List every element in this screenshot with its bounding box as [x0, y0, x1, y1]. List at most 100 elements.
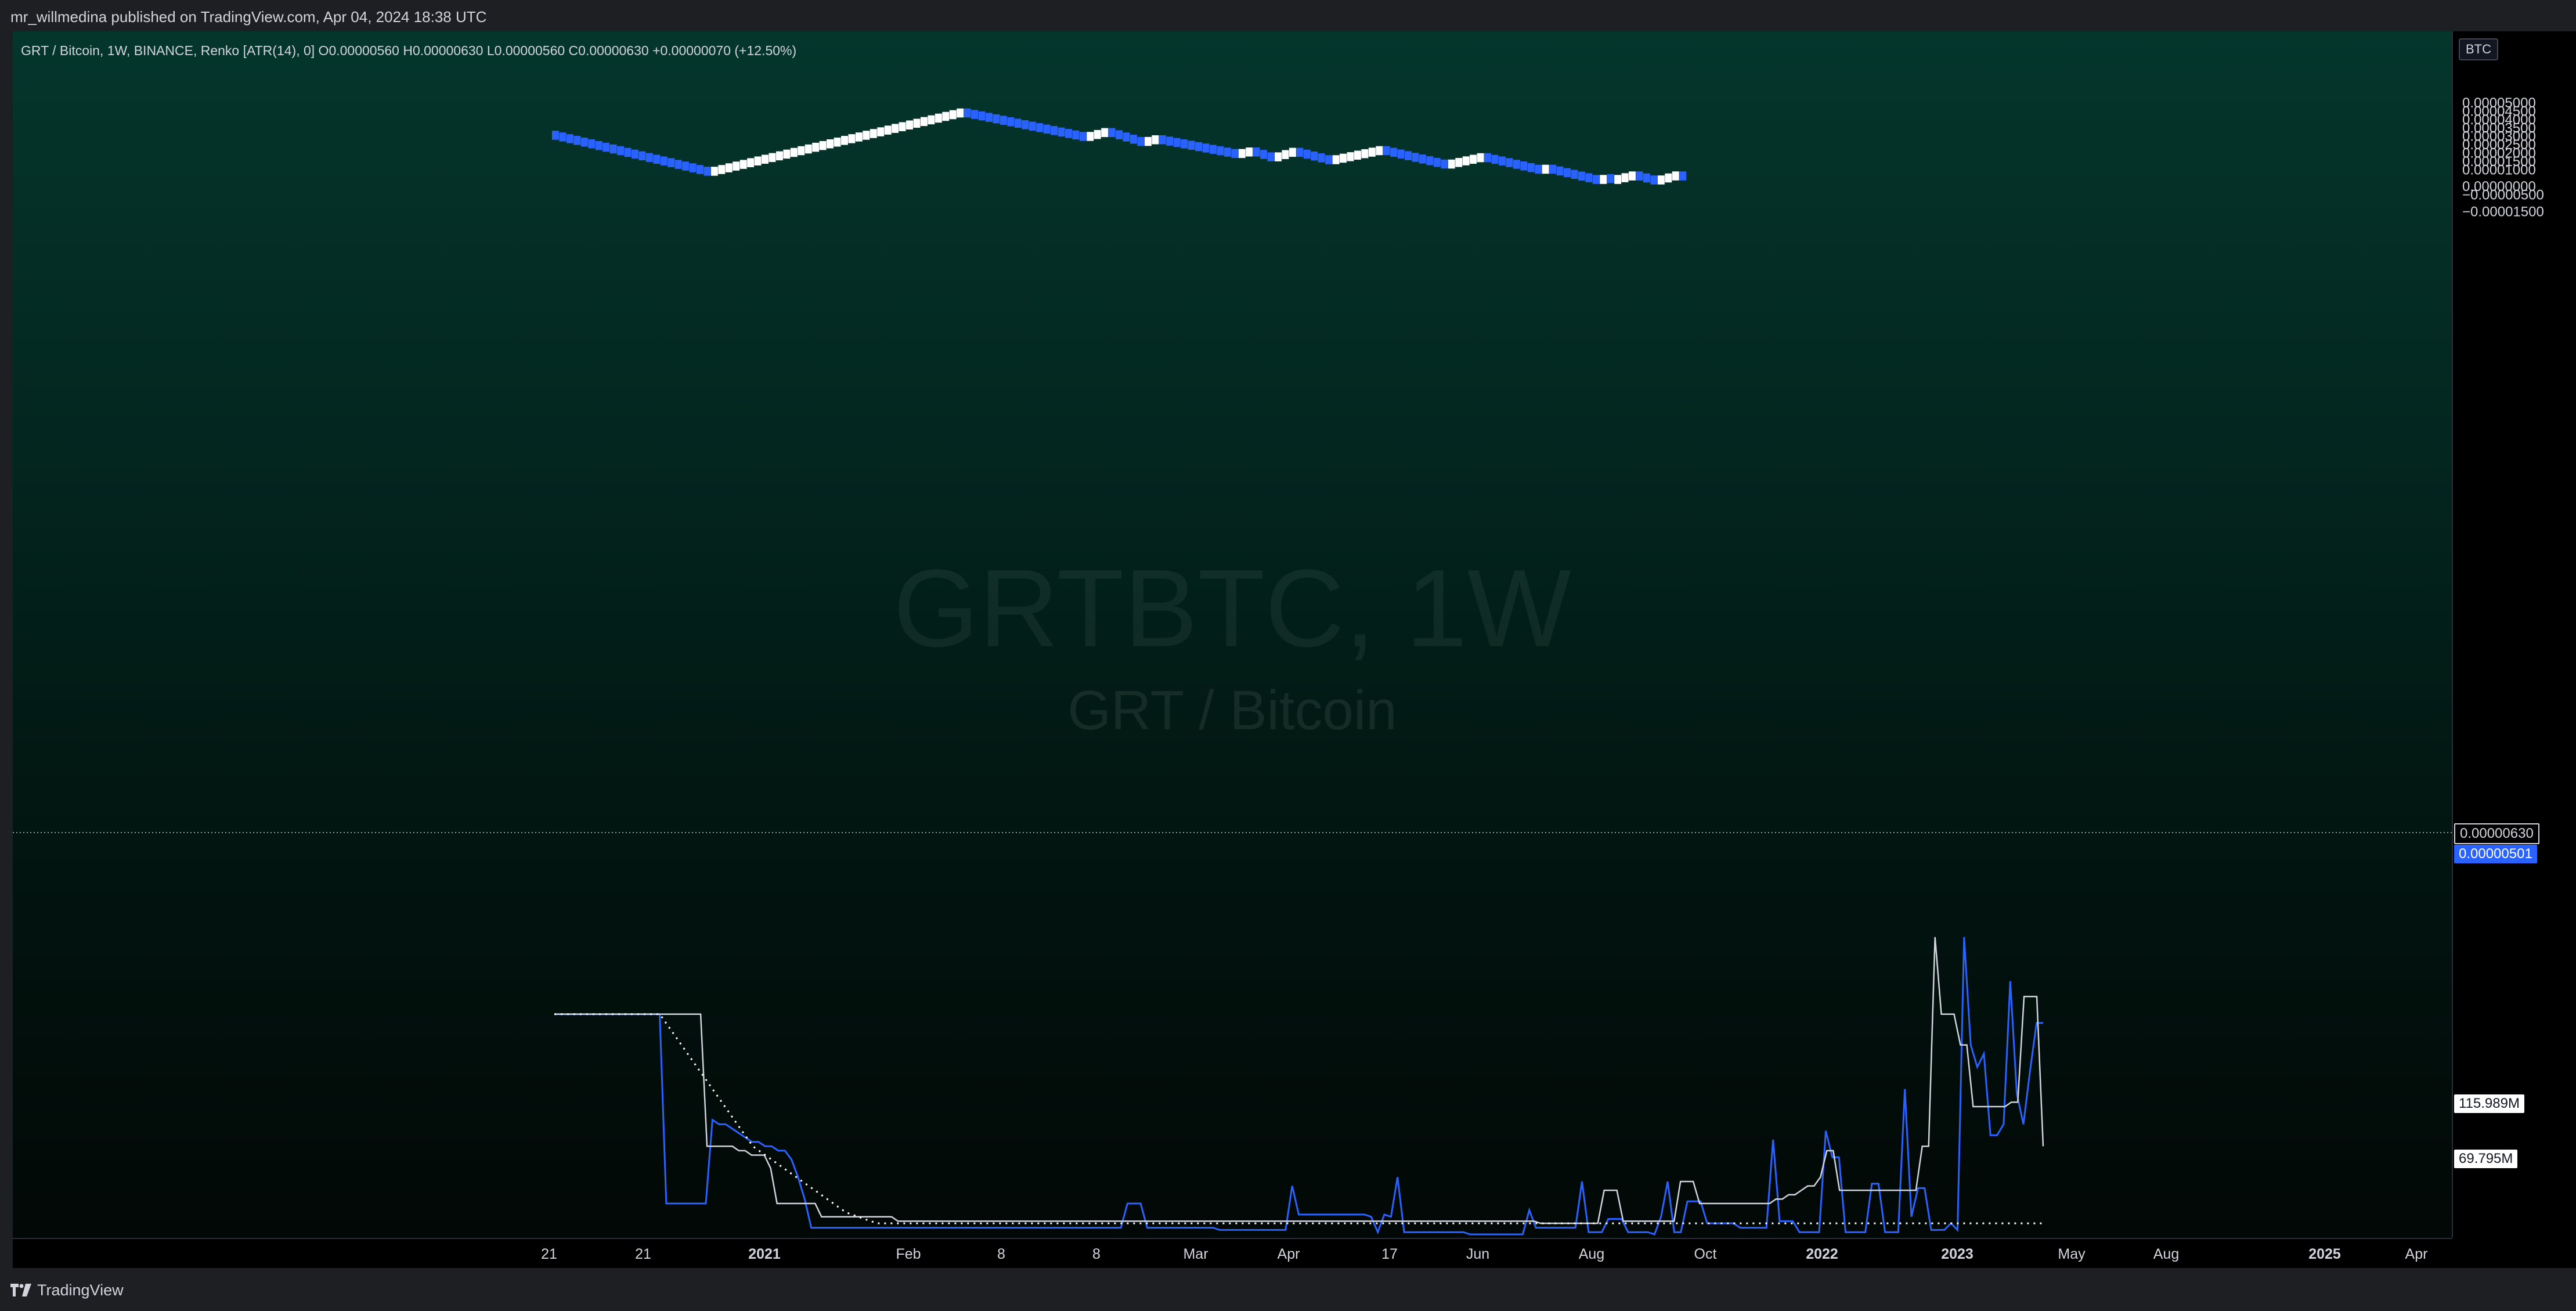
renko-brick-down: [1173, 138, 1181, 147]
renko-brick-up: [1347, 152, 1354, 161]
renko-brick-down: [1108, 128, 1116, 138]
renko-brick-up: [877, 127, 885, 136]
renko-brick-up: [863, 131, 870, 140]
time-tick-label: Feb: [896, 1246, 921, 1262]
renko-brick-down: [1520, 161, 1528, 171]
renko-brick-down: [1318, 153, 1325, 163]
last-price-badge: 0.00000630: [2454, 823, 2539, 844]
tradingview-logo-text: TradingView: [37, 1281, 124, 1299]
renko-brick-up: [733, 161, 740, 171]
renko-brick-down: [1029, 121, 1036, 131]
renko-brick-down: [1513, 160, 1520, 169]
renko-brick-up: [1361, 149, 1369, 159]
renko-brick-down: [1498, 156, 1506, 166]
renko-chart[interactable]: [13, 31, 2452, 1238]
renko-brick-up: [841, 136, 848, 145]
volume-series-dotted: [554, 1013, 2043, 1224]
time-tick-label: Mar: [1183, 1246, 1208, 1262]
renko-brick-down: [1224, 147, 1231, 157]
publisher-text: mr_willmedina published on TradingView.c…: [10, 8, 487, 26]
renko-brick-down: [1535, 164, 1542, 174]
renko-brick-down: [588, 139, 596, 149]
renko-brick-down: [566, 134, 573, 143]
currency-badge[interactable]: BTC: [2459, 38, 2498, 60]
renko-brick-down: [1412, 153, 1419, 162]
time-tick-label: 2021: [748, 1246, 781, 1262]
renko-brick-down: [1383, 146, 1390, 156]
renko-brick-up: [884, 125, 892, 135]
renko-brick-up: [1462, 156, 1470, 165]
renko-brick-down: [1209, 145, 1217, 154]
renko-brick-up: [1246, 147, 1253, 157]
renko-brick-up: [928, 115, 935, 125]
renko-brick-up: [718, 165, 726, 174]
renko-brick-down: [1022, 120, 1029, 129]
renko-brick-down: [1159, 135, 1166, 145]
renko-brick-down: [986, 113, 993, 122]
renko-brick-down: [1419, 154, 1426, 164]
renko-brick-up: [848, 134, 856, 143]
renko-brick-down: [1079, 132, 1087, 141]
renko-brick-down: [1325, 155, 1333, 164]
renko-brick-down: [1441, 159, 1448, 169]
axis-corner: [2452, 1238, 2576, 1268]
time-axis[interactable]: 21 21 2021 Feb 8 8 Mar Apr 17 Jun Aug Oct 2022 2023 Ma…: [13, 1238, 2452, 1269]
symbol-legend: GRT / Bitcoin, 1W, BINANCE, Renko [ATR(1…: [21, 43, 797, 58]
renko-brick-down: [1433, 157, 1441, 167]
renko-brick-down: [668, 158, 675, 167]
renko-brick-up: [775, 151, 783, 161]
renko-brick-down: [1549, 164, 1557, 174]
time-tick-label: Oct: [1694, 1246, 1717, 1262]
renko-brick-down: [1065, 129, 1072, 138]
volume-badge-2: 69.795M: [2454, 1150, 2518, 1168]
volume-badge-1: 115.989M: [2454, 1094, 2524, 1113]
renko-brick-down: [1014, 118, 1022, 128]
time-tick-label: Jun: [1466, 1246, 1489, 1262]
renko-brick-down: [964, 108, 971, 118]
renko-brick-up: [892, 124, 899, 133]
renko-brick-up: [1621, 173, 1629, 182]
renko-brick-down: [1123, 132, 1130, 142]
renko-brick-up: [1542, 164, 1549, 174]
renko-brick-down: [1636, 171, 1643, 181]
renko-brick-down: [1253, 147, 1260, 157]
renko-brick-down: [631, 149, 638, 159]
renko-brick-down: [1397, 149, 1405, 159]
price-tick-label: 0.00001000: [2462, 162, 2536, 178]
renko-brick-up: [804, 144, 812, 154]
renko-brick-down: [653, 154, 661, 164]
price-tick-label: −0.00001500: [2462, 204, 2544, 219]
renko-brick-down: [1650, 175, 1658, 185]
renko-brick-down: [1043, 124, 1051, 134]
renko-brick-up: [1629, 171, 1636, 181]
time-tick-label: 17: [1381, 1246, 1398, 1262]
renko-brick-up: [812, 142, 820, 152]
renko-brick-up: [1614, 175, 1622, 184]
chart-plot-area[interactable]: GRTBTC, 1W GRT / Bitcoin GRT / Bitcoin, …: [13, 31, 2452, 1238]
time-axis-ticks: 21 21 2021 Feb 8 8 Mar Apr 17 Jun Aug Oct 2022 2023 Ma…: [541, 1246, 2428, 1262]
renko-brick-up: [906, 120, 913, 130]
renko-brick-down: [1303, 149, 1311, 159]
renko-brick-down: [1592, 175, 1600, 184]
time-tick-label: Apr: [2405, 1246, 2428, 1262]
renko-brick-up: [855, 132, 863, 142]
renko-brick-down: [595, 141, 602, 150]
tradingview-logo-icon: [10, 1284, 31, 1296]
time-tick-label: 2023: [1941, 1246, 1974, 1262]
tradingview-logo[interactable]: TradingView: [10, 1281, 124, 1299]
renko-brick-up: [949, 110, 957, 120]
renko-brick-down: [638, 151, 646, 161]
renko-brick-down: [1556, 166, 1564, 176]
renko-brick-down: [689, 163, 697, 172]
renko-brick-up: [769, 153, 776, 163]
renko-brick-down: [674, 160, 682, 169]
renko-brick-up: [935, 113, 942, 123]
price-axis[interactable]: 0.00005000 0.00004500 0.00004000 0.00003500…: [2452, 31, 2576, 1238]
renko-brick-down: [1116, 130, 1123, 139]
time-tick-label: 8: [1092, 1246, 1101, 1262]
renko-brick-down: [1260, 150, 1268, 159]
renko-brick-down: [1405, 151, 1412, 160]
renko-brick-up: [1600, 175, 1607, 184]
time-tick-label: Aug: [2153, 1246, 2179, 1262]
renko-brick-up: [747, 158, 755, 167]
